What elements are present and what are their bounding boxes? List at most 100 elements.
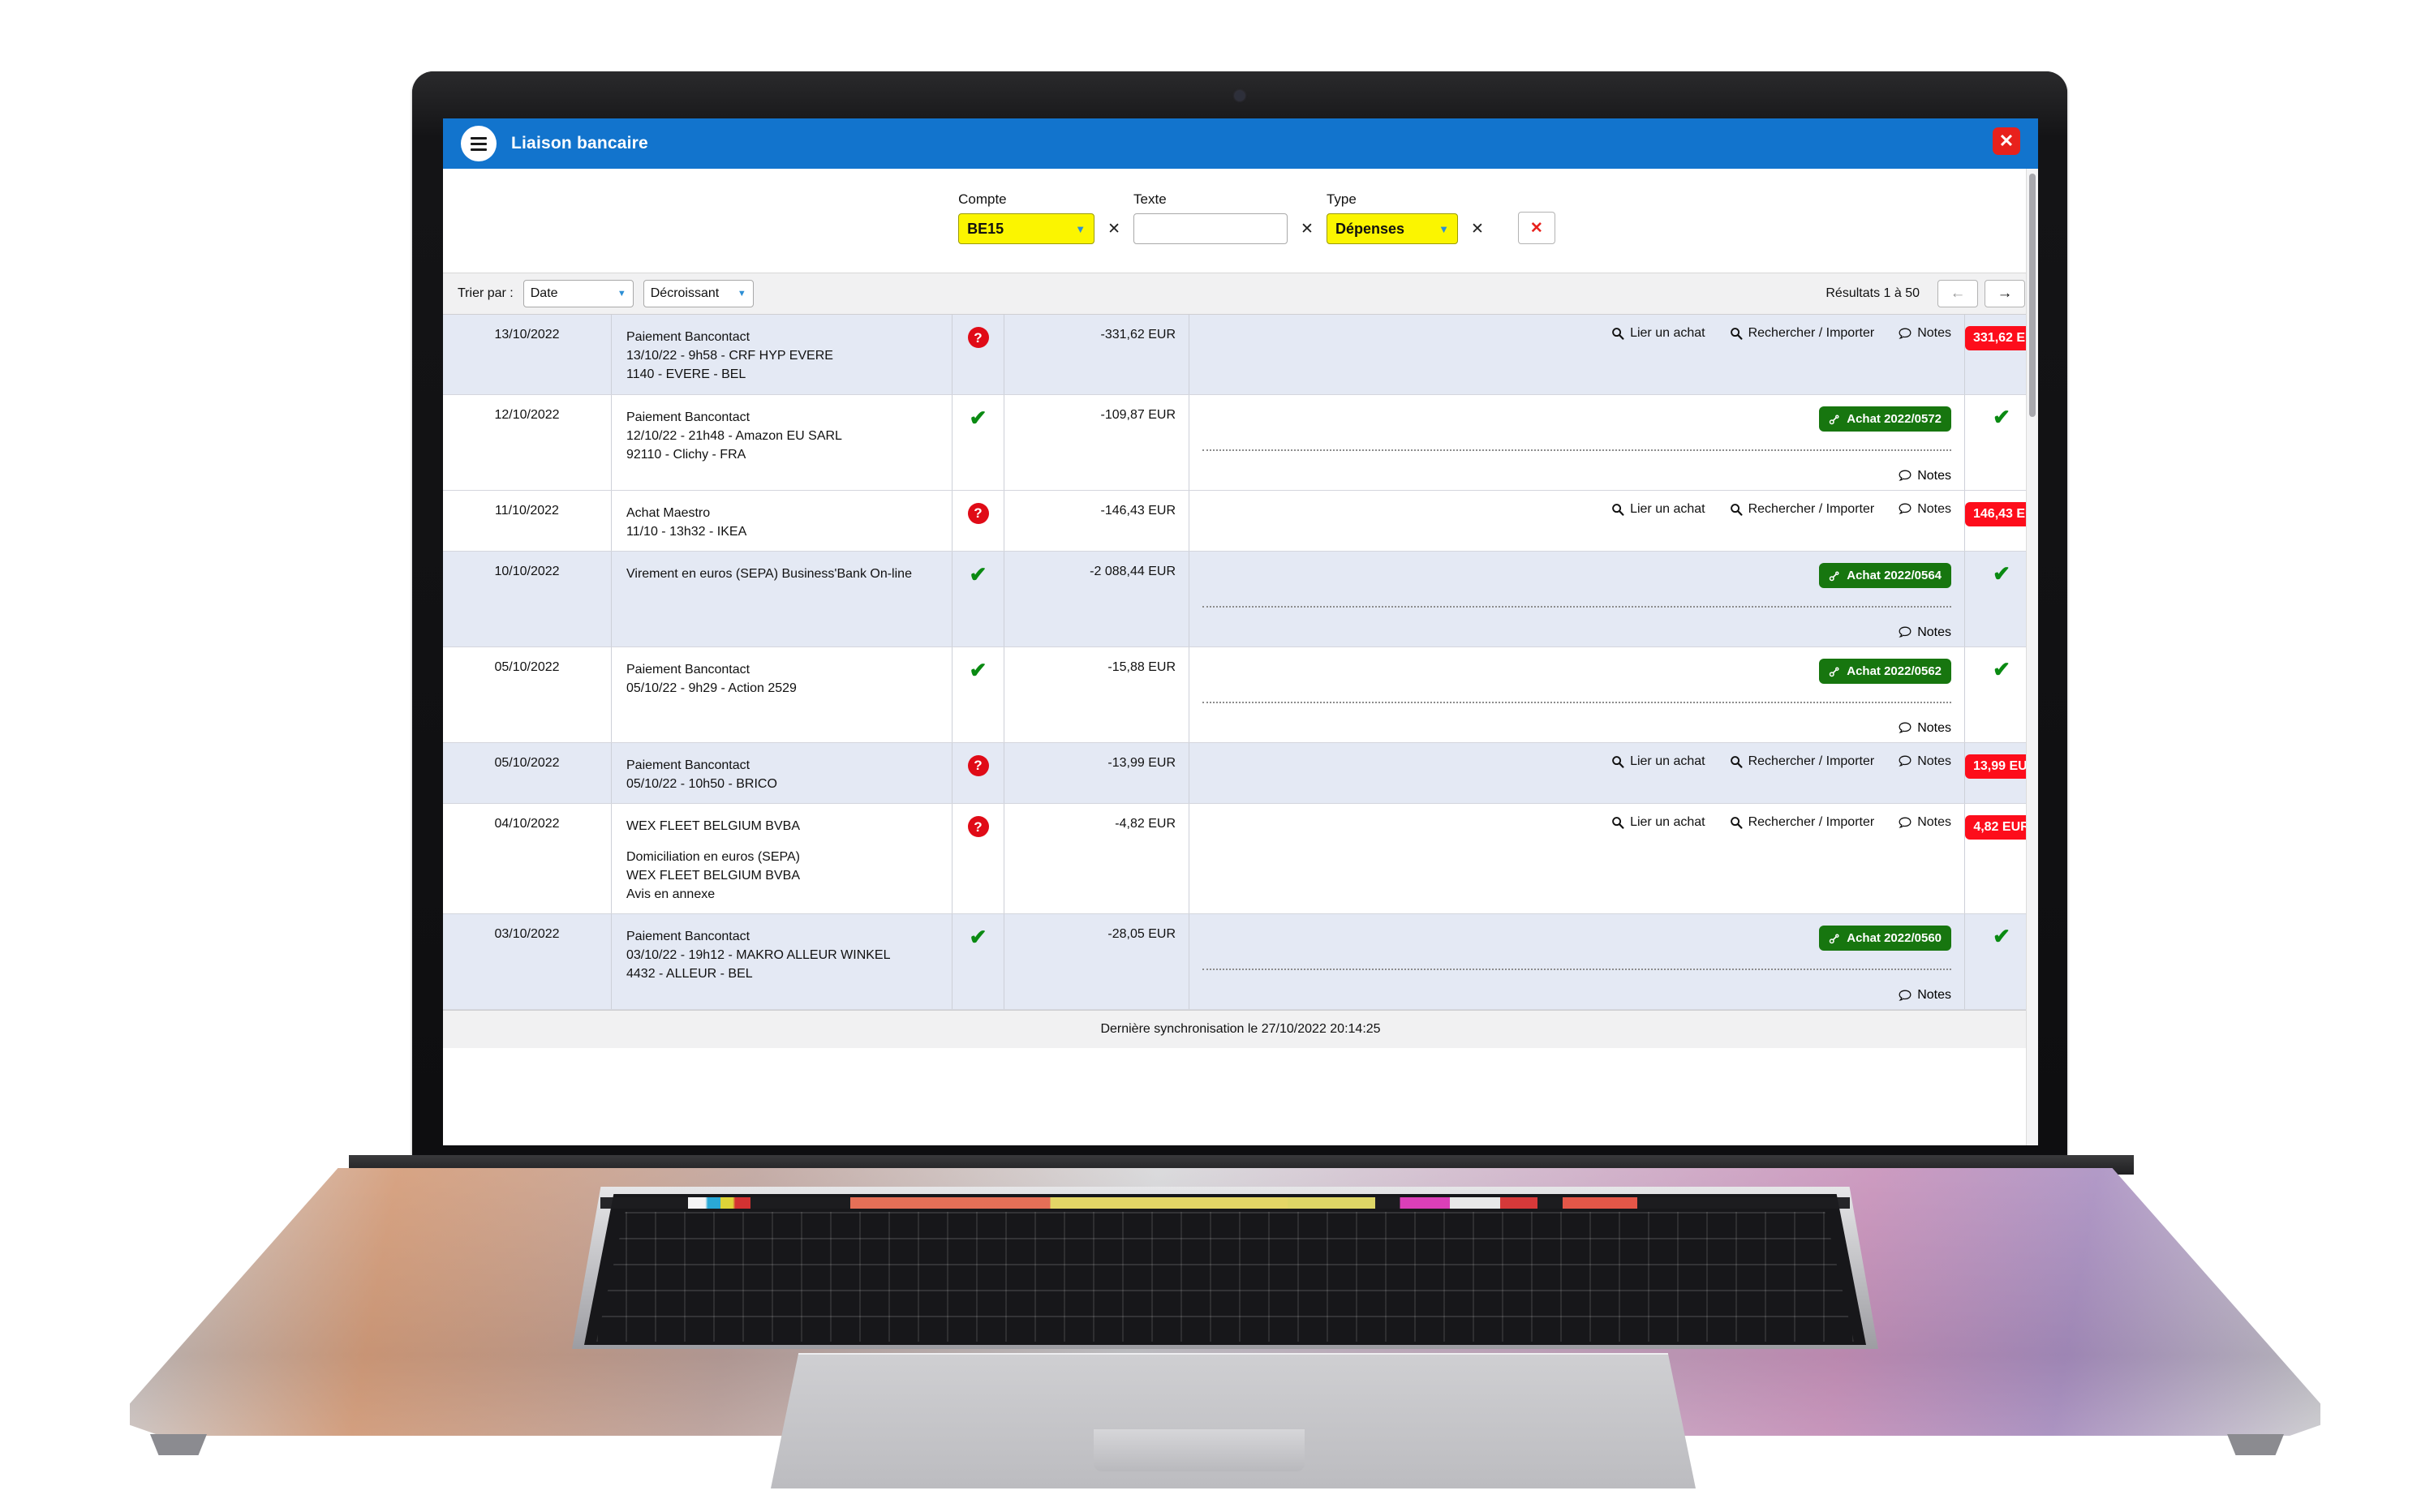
linked-purchase-badge[interactable]: Achat 2022/0564 — [1819, 562, 1951, 588]
webcam-icon — [1235, 91, 1245, 101]
vertical-scrollbar[interactable] — [2026, 169, 2038, 1145]
row-flag-ok-icon: ✔ — [1993, 924, 2010, 949]
type-select[interactable]: Dépenses ▼ — [1326, 213, 1458, 244]
notes-button[interactable]: Notes — [1899, 754, 1951, 769]
linked-purchase-wrap: Achat 2022/0564 — [1202, 562, 1951, 588]
notes-button[interactable]: Notes — [1899, 988, 1951, 1003]
link-purchase-button[interactable]: Lier un achat — [1611, 326, 1705, 341]
row-date: 13/10/2022 — [443, 315, 612, 394]
row-date: 05/10/2022 — [443, 742, 612, 804]
linked-purchase-badge[interactable]: Achat 2022/0572 — [1819, 406, 1951, 432]
notes-label: Notes — [1917, 625, 1951, 639]
note-bubble-icon — [1899, 817, 1912, 828]
description-line: 03/10/22 - 19h12 - MAKRO ALLEUR WINKEL — [626, 948, 891, 963]
description-line: 1140 - EVERE - BEL — [626, 367, 746, 382]
row-date: 12/10/2022 — [443, 394, 612, 490]
search-import-button[interactable]: Rechercher / Importer — [1730, 326, 1874, 341]
link-icon — [1829, 667, 1839, 677]
table-row[interactable]: 11/10/2022 Achat Maestro 11/10 - 13h32 - I… — [443, 490, 2038, 552]
close-icon[interactable]: ✕ — [1993, 127, 2020, 155]
table-row[interactable]: 12/10/2022 Paiement Bancontact 12/10/22 - … — [443, 394, 2038, 491]
row-action-cell: Lier un achat Rechercher / Importer Notes — [1189, 315, 1965, 394]
search-import-button[interactable]: Rechercher / Importer — [1730, 502, 1874, 517]
hamburger-icon[interactable] — [461, 126, 497, 161]
sort-direction-select[interactable]: Décroissant ▼ — [643, 280, 754, 307]
notes-button[interactable]: Notes — [1899, 326, 1951, 341]
link-icon — [1829, 571, 1839, 582]
texte-clear-button[interactable]: ✕ — [1301, 220, 1314, 238]
chevron-down-icon: ▼ — [1438, 222, 1449, 235]
notes-button[interactable]: Notes — [1899, 469, 1951, 483]
sort-bar: Trier par : Date ▼ Décroissant ▼ Résulta… — [443, 273, 2038, 315]
row-amount: -2 088,44 EUR — [1004, 551, 1189, 646]
description-line: Avis en annexe — [626, 887, 716, 901]
sort-field-select[interactable]: Date ▼ — [522, 280, 634, 307]
sort-by-label: Trier par : — [458, 286, 514, 300]
note-bubble-icon — [1899, 328, 1912, 339]
notes-button[interactable]: Notes — [1899, 721, 1951, 736]
notes-button[interactable]: Notes — [1899, 815, 1951, 830]
row-action-cell: Achat 2022/0564 Notes — [1189, 551, 1965, 646]
search-icon — [1730, 503, 1743, 516]
notes-label: Notes — [1917, 988, 1951, 1003]
linked-purchase-wrap: Achat 2022/0560 — [1202, 926, 1951, 951]
row-action-cell: Achat 2022/0572 Notes — [1189, 394, 1965, 490]
type-value: Dépenses — [1335, 220, 1404, 237]
row-amount: -15,88 EUR — [1004, 646, 1189, 742]
table-row[interactable]: 13/10/2022 Paiement Bancontact 13/10/22 - … — [443, 315, 2038, 395]
row-status: ? — [953, 742, 1004, 804]
compte-label: Compte — [958, 191, 1007, 207]
status-ok-icon: ✔ — [969, 925, 987, 950]
linked-purchase-wrap: Achat 2022/0562 — [1202, 658, 1951, 684]
table-row[interactable]: 04/10/2022 WEX FLEET BELGIUM BVBA Domicili… — [443, 804, 2038, 915]
row-description: Paiement Bancontact 05/10/22 - 9h29 - Act… — [612, 646, 953, 742]
row-date: 10/10/2022 — [443, 551, 612, 646]
texte-input[interactable] — [1133, 213, 1288, 244]
compte-clear-button[interactable]: ✕ — [1107, 220, 1120, 238]
title-bar: Liaison bancaire ✕ — [443, 118, 2038, 169]
notes-button[interactable]: Notes — [1899, 625, 1951, 640]
reset-filters-button[interactable]: ✕ — [1517, 212, 1555, 244]
linked-purchase-label: Achat 2022/0560 — [1847, 931, 1942, 946]
filter-compte: Compte BE15 ▼ — [958, 191, 1095, 244]
link-purchase-button[interactable]: Lier un achat — [1611, 502, 1705, 517]
row-action-cell: Achat 2022/0562 Notes — [1189, 646, 1965, 742]
search-icon — [1612, 328, 1624, 340]
compte-select[interactable]: BE15 ▼ — [958, 213, 1095, 244]
linked-purchase-badge[interactable]: Achat 2022/0562 — [1819, 658, 1951, 684]
row-action-cell: Achat 2022/0560 Notes — [1189, 914, 1965, 1010]
table-row[interactable]: 05/10/2022 Paiement Bancontact 05/10/22 - … — [443, 742, 2038, 805]
touch-bar — [600, 1197, 1850, 1209]
linked-purchase-label: Achat 2022/0562 — [1847, 664, 1942, 678]
table-row[interactable]: 05/10/2022 Paiement Bancontact 05/10/22 - … — [443, 646, 2038, 743]
last-sync-label: Dernière synchronisation le 27/10/2022 2… — [1100, 1022, 1381, 1037]
sort-field-value: Date — [530, 286, 558, 300]
link-purchase-label: Lier un achat — [1630, 754, 1705, 768]
notes-row: Notes — [1202, 721, 1951, 736]
link-purchase-button[interactable]: Lier un achat — [1611, 815, 1705, 830]
linked-purchase-badge[interactable]: Achat 2022/0560 — [1819, 926, 1951, 951]
row-action-cell: Lier un achat Rechercher / Importer Notes — [1189, 742, 1965, 804]
link-purchase-button[interactable]: Lier un achat — [1611, 754, 1705, 769]
row-amount: -13,99 EUR — [1004, 742, 1189, 804]
row-flag-ok-icon: ✔ — [1993, 561, 2010, 586]
type-clear-button[interactable]: ✕ — [1471, 220, 1484, 238]
type-label: Type — [1326, 191, 1357, 207]
description-line: Achat Maestro — [626, 505, 711, 520]
row-description: WEX FLEET BELGIUM BVBA Domiciliation en e… — [612, 804, 953, 914]
search-icon — [1730, 328, 1743, 340]
filter-texte: Texte — [1133, 191, 1288, 244]
lid-notch — [1094, 1429, 1305, 1471]
previous-page-button[interactable]: ← — [1937, 280, 1978, 307]
row-amount: -146,43 EUR — [1004, 490, 1189, 551]
table-row[interactable]: 03/10/2022 Paiement Bancontact 03/10/22 - … — [443, 914, 2038, 1011]
table-row[interactable]: 10/10/2022 Virement en euros (SEPA) Busin… — [443, 551, 2038, 647]
search-import-button[interactable]: Rechercher / Importer — [1730, 815, 1874, 830]
next-page-button[interactable]: → — [1985, 280, 2025, 307]
laptop-mockup: Liaison bancaire ✕ Compte BE15 ▼ ✕ Texte… — [0, 0, 2434, 1512]
search-import-button[interactable]: Rechercher / Importer — [1730, 754, 1874, 769]
note-bubble-icon — [1899, 722, 1912, 734]
scrollbar-thumb[interactable] — [2029, 174, 2036, 417]
notes-button[interactable]: Notes — [1899, 502, 1951, 517]
row-status: ? — [953, 490, 1004, 551]
